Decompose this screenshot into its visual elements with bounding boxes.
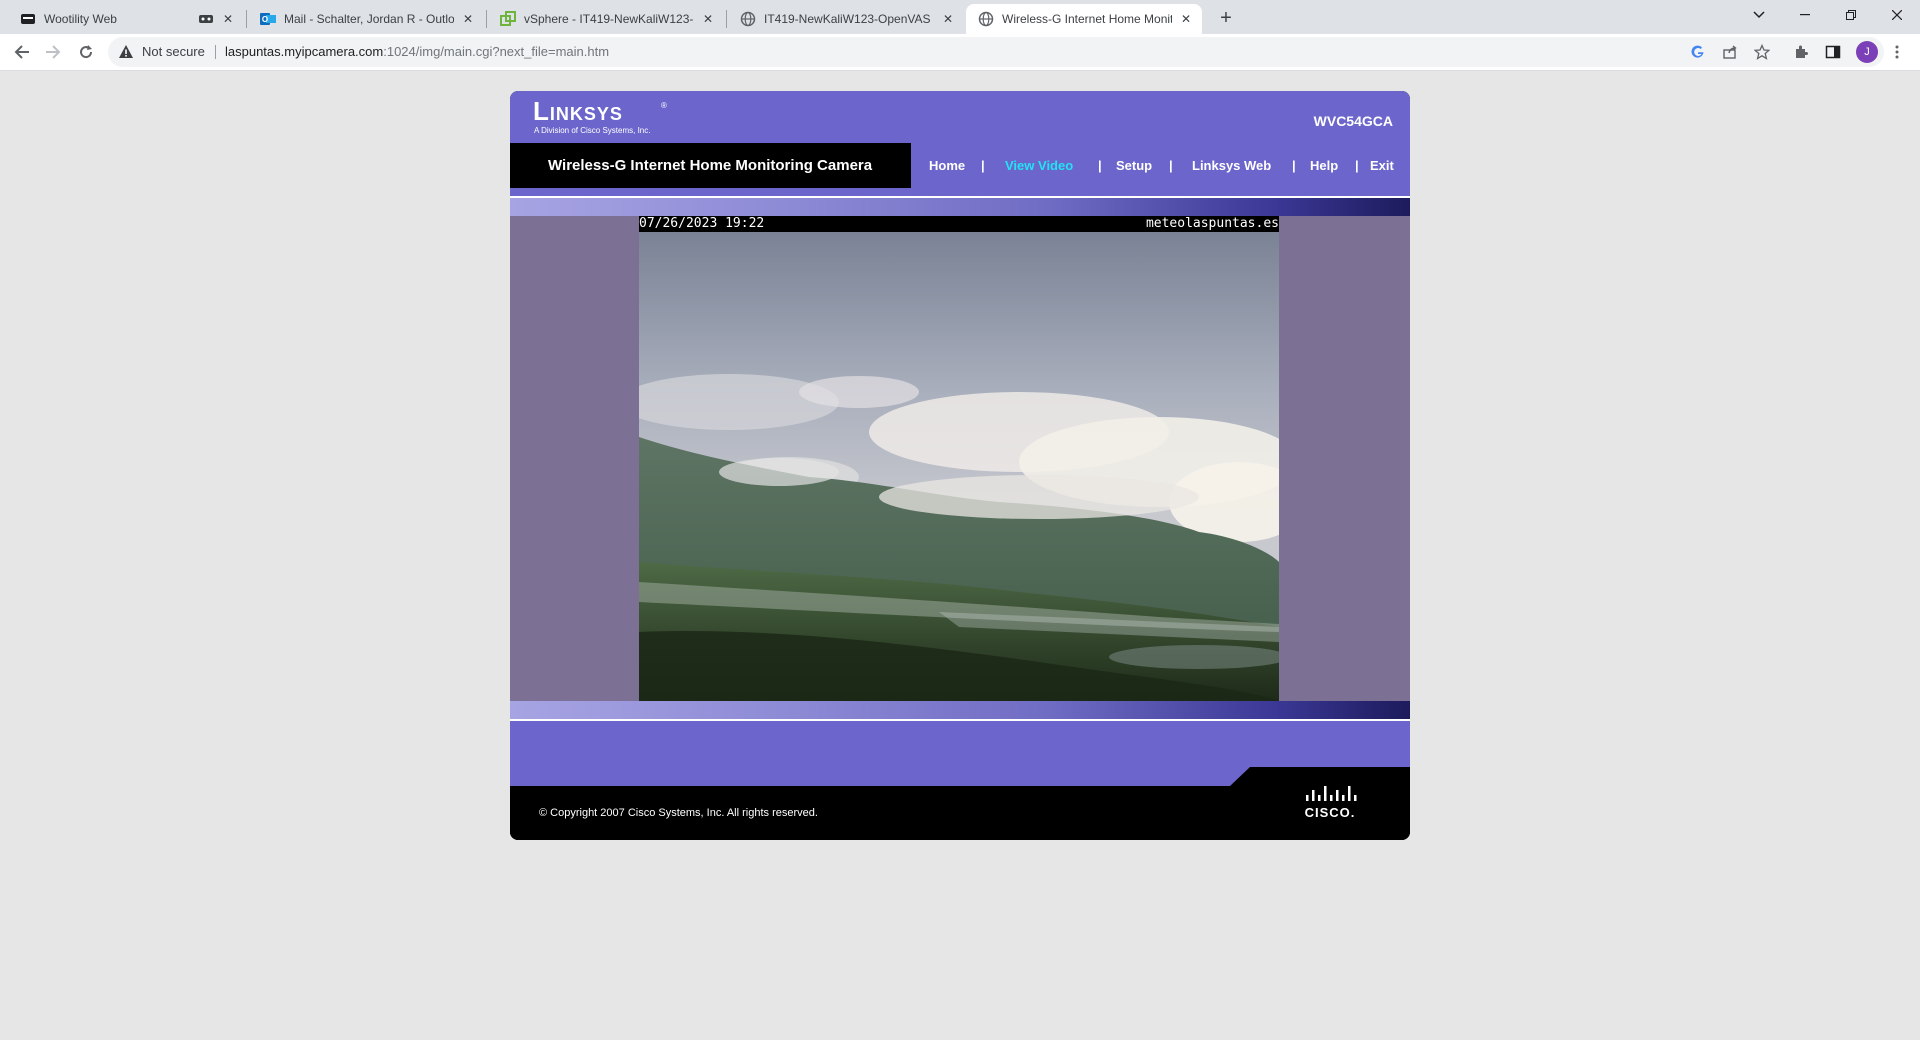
- url-path: :1024/img/main.cgi?next_file=main.htm: [383, 44, 610, 59]
- nav-setup[interactable]: Setup: [1116, 158, 1152, 173]
- tab-divider: [486, 10, 487, 28]
- video-timestamp: 07/26/2023 19:22: [639, 216, 765, 231]
- close-tab-icon[interactable]: ✕: [700, 11, 716, 27]
- close-tab-icon[interactable]: ✕: [460, 11, 476, 27]
- nav-linksys-web[interactable]: Linksys Web: [1192, 158, 1271, 173]
- nav-separator: |: [981, 158, 985, 173]
- warning-icon[interactable]: [118, 44, 134, 60]
- camera-header: Linksys ® A Division of Cisco Systems, I…: [510, 91, 1410, 143]
- tab-wootility[interactable]: Wootility Web ✕: [8, 4, 244, 34]
- product-title: Wireless-G Internet Home Monitoring Came…: [548, 157, 873, 174]
- tab-search-icon[interactable]: [1736, 0, 1782, 30]
- video-stream[interactable]: 07/26/2023 19:22 meteolaspuntas.es: [639, 216, 1279, 701]
- linksys-logo: Linksys: [533, 96, 623, 126]
- profile-avatar[interactable]: J: [1856, 41, 1878, 63]
- new-tab-button[interactable]: +: [1214, 6, 1238, 30]
- video-area: 07/26/2023 19:22 meteolaspuntas.es: [510, 216, 1410, 701]
- tab-title: Wootility Web: [44, 12, 117, 26]
- model-number: WVC54GCA: [1313, 113, 1393, 129]
- url-text[interactable]: laspuntas.myipcamera.com:1024/img/main.c…: [225, 44, 609, 59]
- tab-divider: [726, 10, 727, 28]
- nav-separator: |: [1355, 158, 1359, 173]
- tab-title: IT419-NewKaliW123-OpenVAS: [764, 12, 931, 26]
- divider-strip: [510, 188, 1410, 196]
- nav-view-video[interactable]: View Video: [1005, 158, 1073, 173]
- google-icon[interactable]: [1689, 43, 1707, 61]
- video-overlay: 07/26/2023 19:22 meteolaspuntas.es: [639, 216, 1279, 232]
- forward-arrow-icon[interactable]: [39, 38, 67, 66]
- tab-title: vSphere - IT419-NewKaliW123-OpenVAS: [524, 12, 694, 26]
- tab-camera[interactable]: Wireless-G Internet Home Monitoring Came…: [966, 4, 1202, 34]
- tab-title: Mail - Schalter, Jordan R - Outlook: [284, 12, 454, 26]
- wootility-icon: [20, 11, 36, 27]
- cisco-bars-icon: [1306, 786, 1357, 801]
- extensions-icon[interactable]: [1792, 43, 1810, 61]
- registered-mark: ®: [661, 101, 667, 110]
- close-window-icon[interactable]: [1874, 0, 1920, 30]
- tab-openvas[interactable]: IT419-NewKaliW123-OpenVAS ✕: [728, 4, 964, 34]
- reload-icon[interactable]: [72, 38, 100, 66]
- address-divider: [215, 45, 216, 59]
- minimize-icon[interactable]: [1782, 0, 1828, 30]
- restore-icon[interactable]: [1828, 0, 1874, 30]
- nav-home[interactable]: Home: [929, 158, 965, 173]
- tab-outlook[interactable]: O Mail - Schalter, Jordan R - Outlook ✕: [248, 4, 484, 34]
- linksys-tagline: A Division of Cisco Systems, Inc.: [534, 126, 651, 135]
- close-tab-icon[interactable]: ✕: [1178, 11, 1194, 27]
- globe-icon: [978, 11, 994, 27]
- camera-panel: Linksys ® A Division of Cisco Systems, I…: [510, 91, 1410, 840]
- nav-help[interactable]: Help: [1310, 158, 1338, 173]
- cisco-logo: CISCO.: [1300, 783, 1360, 821]
- cisco-wordmark: CISCO.: [1304, 805, 1356, 820]
- url-host: laspuntas.myipcamera.com: [225, 44, 384, 59]
- tab-vsphere[interactable]: vSphere - IT419-NewKaliW123-OpenVAS ✕: [488, 4, 724, 34]
- close-tab-icon[interactable]: ✕: [940, 11, 956, 27]
- menu-kebab-icon[interactable]: [1888, 43, 1906, 61]
- tab-divider: [246, 10, 247, 28]
- nav-separator: |: [1169, 158, 1173, 173]
- browser-toolbar: Not secure laspuntas.myipcamera.com:1024…: [0, 34, 1920, 71]
- video-site-label: meteolaspuntas.es: [1145, 216, 1279, 231]
- vsphere-icon: [500, 11, 516, 27]
- nav-separator: |: [1098, 158, 1102, 173]
- gradient-band: [510, 701, 1410, 719]
- nav-separator: |: [1292, 158, 1296, 173]
- back-arrow-icon[interactable]: [8, 38, 36, 66]
- gradient-band: [510, 198, 1410, 216]
- outlook-icon: O: [260, 11, 276, 27]
- tab-title: Wireless-G Internet Home Monitoring Came…: [1002, 12, 1172, 26]
- side-panel-icon[interactable]: [1824, 43, 1842, 61]
- browser-tabstrip: Wootility Web ✕ O Mail - Schalter, Jorda…: [0, 0, 1920, 34]
- share-icon[interactable]: [1721, 43, 1739, 61]
- security-label[interactable]: Not secure: [142, 44, 205, 59]
- camera-image: [639, 232, 1279, 701]
- close-tab-icon[interactable]: ✕: [220, 11, 236, 27]
- copyright-text: © Copyright 2007 Cisco Systems, Inc. All…: [539, 807, 818, 819]
- address-bar[interactable]: Not secure laspuntas.myipcamera.com:1024…: [108, 37, 1884, 67]
- camera-nav: Home | View Video | Setup | Linksys Web …: [911, 143, 1410, 188]
- svg-text:O: O: [262, 15, 268, 24]
- bookmark-star-icon[interactable]: [1753, 43, 1771, 61]
- nav-exit[interactable]: Exit: [1370, 158, 1394, 173]
- media-icon: [198, 13, 214, 25]
- globe-icon: [740, 11, 756, 27]
